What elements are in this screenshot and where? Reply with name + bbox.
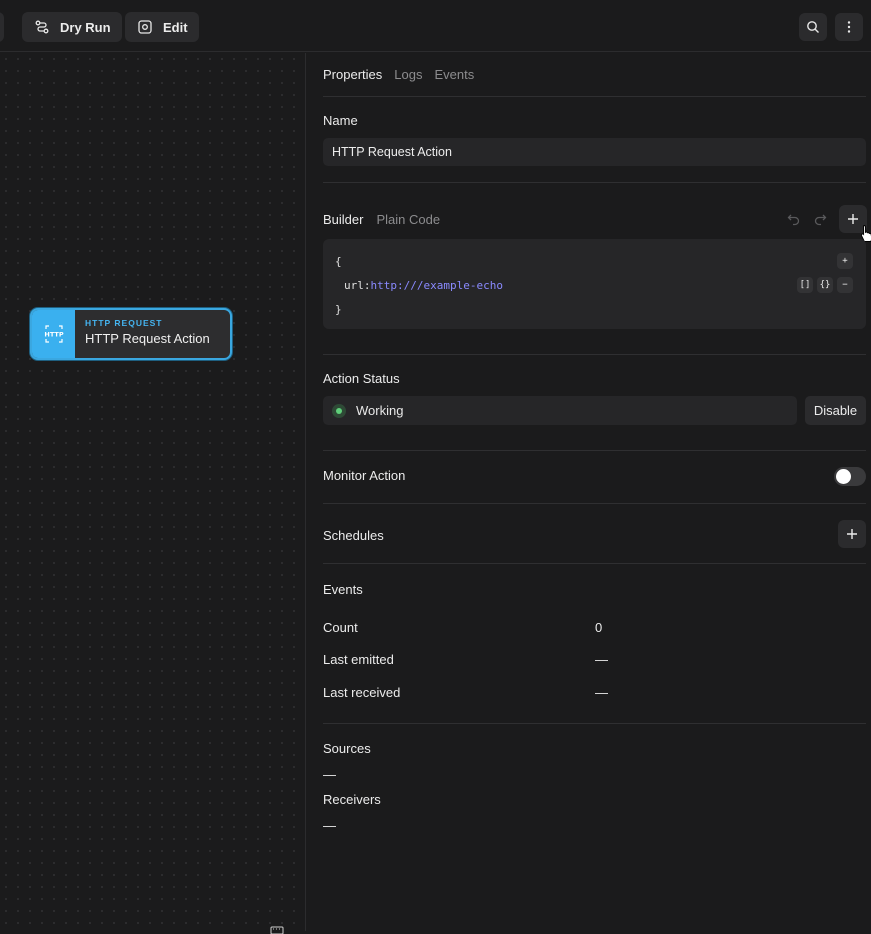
sources-value: —	[323, 767, 336, 782]
search-icon	[807, 21, 819, 33]
receivers-value: —	[323, 818, 336, 833]
divider	[323, 354, 866, 355]
tab-builder[interactable]: Builder	[323, 212, 363, 227]
tab-properties[interactable]: Properties	[323, 67, 382, 82]
properties-panel: Properties Logs Events Name HTTP Request…	[307, 53, 871, 931]
http-request-node[interactable]: HTTP HTTP REQUEST HTTP Request Action	[30, 308, 232, 360]
builder-tools	[787, 205, 867, 233]
search-button[interactable]	[799, 13, 827, 41]
keyboard-icon[interactable]	[270, 926, 284, 934]
builder-tabs: Builder Plain Code	[323, 212, 440, 227]
node-type-label: HTTP REQUEST	[85, 318, 163, 328]
object-type-button[interactable]: {}	[817, 277, 833, 293]
name-heading: Name	[323, 113, 358, 128]
disable-button[interactable]: Disable	[805, 396, 866, 425]
redo-icon[interactable]	[813, 212, 827, 226]
divider	[323, 182, 866, 183]
divider	[323, 96, 866, 97]
dry-run-button[interactable]: Dry Run	[22, 12, 122, 42]
flow-canvas[interactable]: HTTP HTTP REQUEST HTTP Request Action	[0, 53, 306, 934]
edit-label: Edit	[163, 19, 188, 35]
svg-text:HTTP: HTTP	[44, 331, 63, 339]
gear-icon	[138, 20, 152, 34]
tab-plain-code[interactable]: Plain Code	[376, 212, 440, 227]
dry-run-label: Dry Run	[60, 19, 111, 35]
flow-icon	[35, 20, 49, 34]
divider	[323, 503, 866, 504]
monitor-action-label: Monitor Action	[323, 468, 406, 483]
events-count-key: Count	[323, 620, 358, 635]
schedules-heading: Schedules	[323, 528, 384, 543]
more-vertical-icon	[847, 21, 851, 33]
last-emitted-value: —	[595, 652, 608, 667]
add-property-button[interactable]: +	[837, 253, 853, 269]
status-dot-icon	[332, 403, 346, 418]
http-icon: HTTP	[32, 310, 75, 358]
sources-heading: Sources	[323, 741, 371, 756]
toolbar-partial-button[interactable]: n	[0, 12, 4, 42]
array-type-button[interactable]: []	[797, 277, 813, 293]
code-close-brace: }	[335, 303, 342, 316]
remove-property-button[interactable]: −	[837, 277, 853, 293]
add-schedule-button[interactable]	[838, 520, 866, 548]
status-display: Working	[323, 396, 797, 425]
plus-icon	[848, 214, 858, 224]
status-value: Working	[356, 403, 404, 418]
last-received-value: —	[595, 685, 608, 700]
code-open-brace: {	[335, 255, 342, 268]
divider	[323, 563, 866, 564]
tab-logs[interactable]: Logs	[394, 67, 422, 82]
code-url-value[interactable]: http:///example-echo	[371, 279, 503, 292]
edit-button[interactable]: Edit	[125, 12, 199, 42]
undo-icon[interactable]	[787, 212, 801, 226]
name-input[interactable]: HTTP Request Action	[323, 138, 866, 166]
last-emitted-key: Last emitted	[323, 652, 394, 667]
monitor-action-toggle[interactable]	[834, 467, 866, 486]
tab-events[interactable]: Events	[434, 67, 474, 82]
events-count-value: 0	[595, 620, 603, 635]
code-url-line: url:http:///example-echo	[344, 279, 503, 292]
receivers-heading: Receivers	[323, 792, 381, 807]
more-menu-button[interactable]	[835, 13, 863, 41]
top-toolbar: n Dry Run Edit	[0, 0, 871, 52]
events-heading: Events	[323, 582, 363, 597]
json-builder-editor[interactable]: { url:http:///example-echo } + [] {} −	[323, 239, 866, 329]
panel-tabs: Properties Logs Events	[323, 67, 474, 82]
node-name-label: HTTP Request Action	[85, 331, 210, 346]
divider	[323, 450, 866, 451]
code-key: url:	[344, 279, 371, 292]
plus-icon	[847, 529, 857, 539]
divider	[323, 723, 866, 724]
last-received-key: Last received	[323, 685, 401, 700]
action-status-heading: Action Status	[323, 371, 400, 386]
